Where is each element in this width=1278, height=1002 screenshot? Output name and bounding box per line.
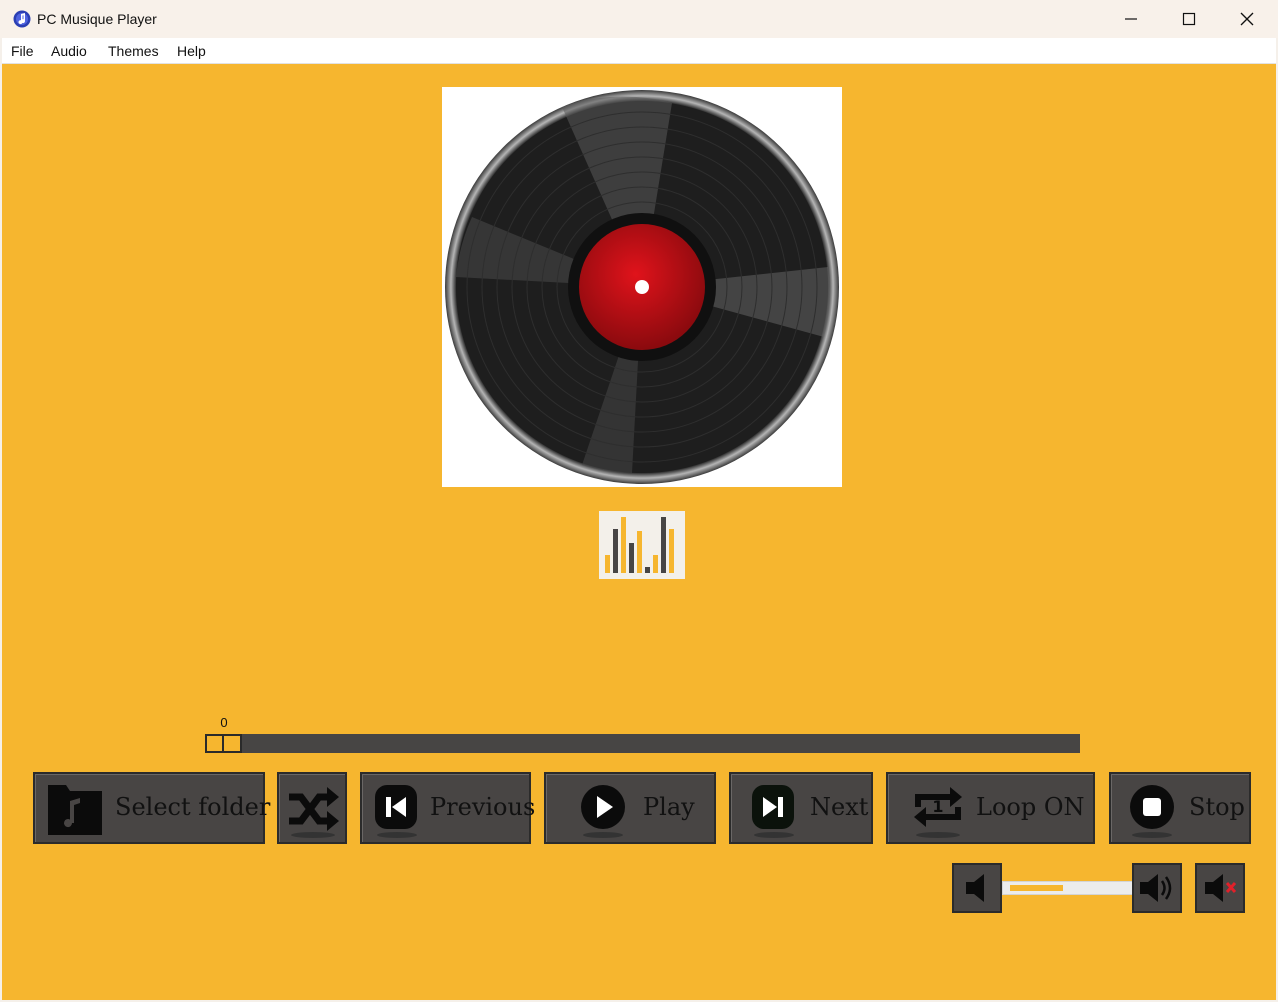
equalizer-bars-icon [599,511,685,579]
volume-down-icon [966,874,984,902]
mute-button[interactable] [1195,863,1245,913]
volume-level [1010,885,1063,891]
play-button[interactable]: Play [544,772,716,844]
album-cover [442,87,842,487]
menu-audio[interactable]: Audio [51,43,87,59]
minimize-icon [1125,18,1137,20]
mute-icon [1205,874,1237,902]
menu-help[interactable]: Help [177,43,206,59]
svg-text:1: 1 [932,797,943,816]
maximize-icon [1182,12,1196,26]
minimize-button[interactable] [1102,0,1160,38]
stop-button[interactable]: Stop [1109,772,1251,844]
close-icon [1240,12,1254,26]
volume-up-button[interactable] [1132,863,1182,913]
position-label: 0 [220,715,228,730]
progress-bar[interactable] [205,734,1080,753]
select-folder-label: Select folder [115,793,271,821]
loop-button[interactable]: 1 Loop ON [886,772,1095,844]
title-bar: PC Musique Player [0,0,1278,38]
volume-slider[interactable] [1002,881,1134,895]
previous-icon [375,785,417,838]
loop-label: Loop ON [976,793,1085,821]
app-icon [13,10,31,28]
next-label: Next [810,793,869,821]
menu-bar: File Audio Themes Help [2,38,1276,64]
play-label: Play [643,793,695,821]
stop-icon [1130,785,1174,838]
menu-themes[interactable]: Themes [108,43,159,59]
select-folder-button[interactable]: Select folder [33,772,270,844]
previous-button[interactable]: Previous [360,772,535,844]
next-button[interactable]: Next [729,772,873,844]
close-button[interactable] [1218,0,1276,38]
next-icon [752,785,794,838]
vinyl-record-icon [445,90,839,484]
player-panel: 0 Select folder Previous Play Next 1 Loo… [2,64,1276,1000]
progress-handle[interactable] [205,734,242,753]
volume-up-icon [1140,874,1172,902]
window-title: PC Musique Player [37,11,157,27]
folder-music-icon [48,785,102,835]
play-icon [581,785,625,838]
shuffle-button[interactable] [277,772,347,844]
previous-label: Previous [430,793,536,821]
repeat-one-icon: 1 [914,787,962,838]
volume-down-button[interactable] [952,863,1002,913]
shuffle-icon [289,787,339,838]
stop-label: Stop [1189,793,1245,821]
maximize-button[interactable] [1160,0,1218,38]
menu-file[interactable]: File [11,43,34,59]
